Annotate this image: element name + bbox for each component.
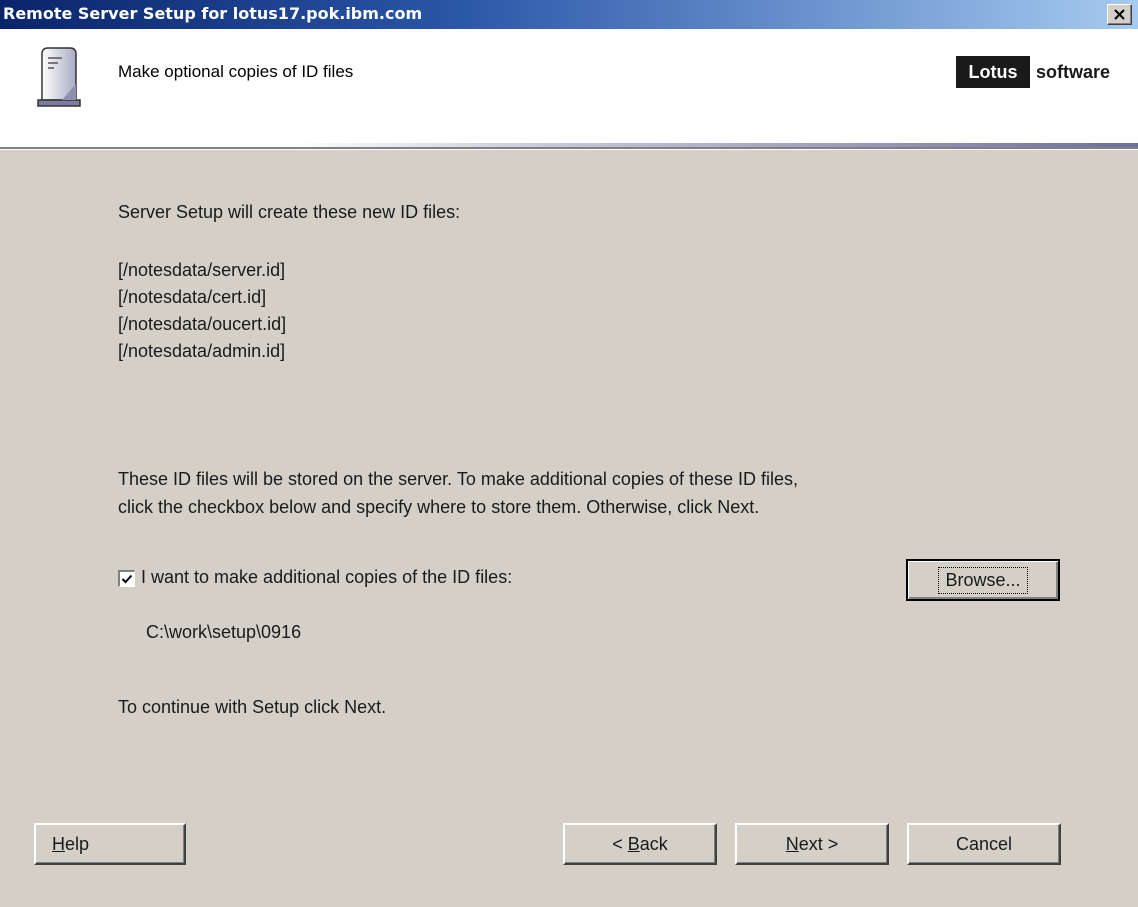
title-bar[interactable]: Remote Server Setup for lotus17.pok.ibm.…	[0, 0, 1138, 29]
continue-text: To continue with Setup click Next.	[118, 697, 387, 717]
cancel-button[interactable]: Cancel	[907, 823, 1061, 865]
info-text-line2: click the checkbox below and specify whe…	[118, 497, 760, 517]
id-file-list: [/notesdata/server.id] [/notesdata/cert.…	[118, 257, 286, 365]
help-mnemonic: H	[52, 833, 65, 854]
window-title: Remote Server Setup for lotus17.pok.ibm.…	[3, 4, 423, 23]
info-text-line1: These ID files will be stored on the ser…	[118, 469, 799, 489]
back-prefix: <	[612, 833, 628, 854]
header-divider	[0, 147, 1138, 150]
id-file-item: [/notesdata/oucert.id]	[118, 314, 287, 334]
close-icon	[1114, 9, 1125, 20]
browse-button[interactable]: Browse...	[906, 559, 1060, 601]
intro-text: Server Setup will create these new ID fi…	[118, 202, 461, 222]
back-mnemonic: B	[627, 833, 640, 854]
close-button[interactable]	[1107, 4, 1132, 25]
id-file-item: [/notesdata/admin.id]	[118, 341, 286, 361]
cancel-label: Cancel	[955, 833, 1013, 854]
header-banner	[0, 29, 1138, 147]
help-button[interactable]: Help	[34, 823, 186, 865]
back-label-rest: ack	[639, 833, 668, 854]
copy-ids-checkbox[interactable]	[118, 570, 135, 587]
brand-lotus: Lotus	[956, 56, 1030, 88]
next-label-rest: ext >	[798, 833, 839, 854]
brand-software: software	[1036, 62, 1111, 82]
copy-path-text: C:\work\setup\0916	[146, 622, 302, 642]
checkmark-icon	[121, 574, 133, 584]
page-title: Make optional copies of ID files	[118, 62, 354, 81]
help-label-rest: elp	[65, 833, 90, 854]
next-mnemonic: N	[785, 833, 799, 854]
browse-button-label: Browse...	[938, 566, 1028, 594]
copy-ids-checkbox-label[interactable]: I want to make additional copies of the …	[141, 567, 512, 588]
setup-dialog: Remote Server Setup for lotus17.pok.ibm.…	[0, 0, 1138, 907]
back-button[interactable]: < Back	[563, 823, 717, 865]
server-icon	[37, 47, 81, 107]
id-file-item: [/notesdata/server.id]	[118, 260, 286, 280]
id-file-item: [/notesdata/cert.id]	[118, 287, 267, 307]
next-button[interactable]: Next >	[735, 823, 889, 865]
